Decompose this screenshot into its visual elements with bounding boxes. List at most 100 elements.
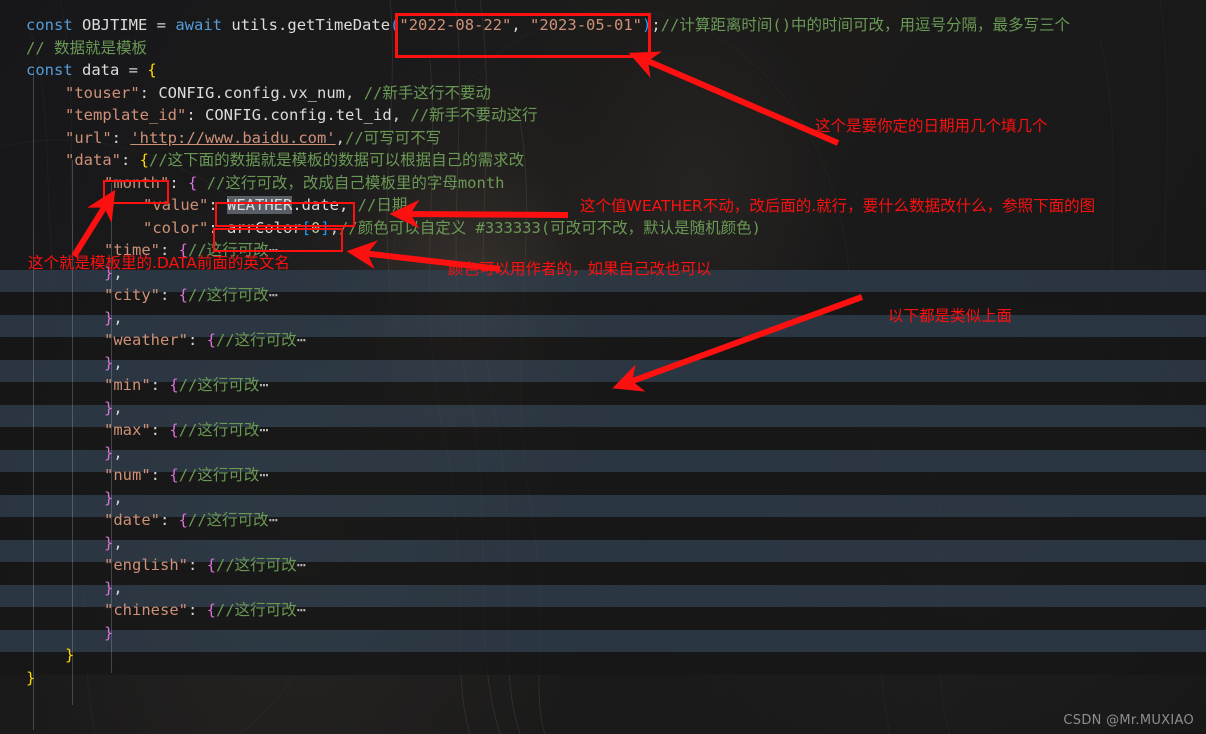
code-token: "english"	[104, 556, 188, 574]
code-token: .	[278, 16, 288, 34]
code-token: OBJTIME	[82, 16, 148, 34]
code-line[interactable]: const OBJTIME = await utils.getTimeDate(…	[26, 14, 1070, 37]
code-token: //这行可改	[178, 421, 260, 439]
code-line[interactable]: "chinese": {//这行可改⋯	[104, 599, 307, 622]
code-line[interactable]: },	[104, 397, 123, 420]
code-token: //新手不要动这行	[410, 106, 538, 124]
code-token: }	[104, 353, 114, 372]
code-line[interactable]: "num": {//这行可改⋯	[104, 464, 270, 487]
code-token: :	[208, 196, 227, 214]
code-line[interactable]: "min": {//这行可改⋯	[104, 374, 270, 397]
code-line[interactable]: }	[26, 667, 35, 690]
code-token: ,	[391, 106, 411, 124]
code-token: //这行可改	[216, 601, 297, 619]
code-line[interactable]: }	[104, 622, 113, 645]
code-line[interactable]: },	[104, 577, 123, 600]
code-editor-text[interactable]: const OBJTIME = await utils.getTimeDate(…	[0, 0, 1206, 734]
code-token: {	[169, 466, 179, 484]
code-token: const	[26, 61, 73, 79]
code-line[interactable]: },	[104, 532, 123, 555]
code-token: {	[188, 173, 198, 192]
code-token: "2022-08-22"	[399, 16, 512, 34]
label-template-en: 这个就是模板里的.DATA前面的英文名	[28, 254, 290, 272]
code-line[interactable]: // 数据就是模板	[26, 37, 147, 60]
code-token: config	[223, 83, 280, 102]
code-token: :	[150, 466, 170, 484]
code-token: "url"	[65, 128, 112, 147]
code-token: }	[104, 308, 114, 327]
code-token: .	[326, 106, 336, 124]
code-token: :	[186, 106, 205, 124]
code-token: }	[26, 668, 36, 687]
code-line[interactable]: },	[104, 442, 123, 465]
code-token: ⋯	[296, 556, 308, 574]
code-line[interactable]: "color": arrColor[0],//颜色可以自定义 #333333(可…	[143, 217, 761, 240]
code-line[interactable]: "touser": CONFIG.config.vx_num, //新手这行不要…	[65, 82, 491, 105]
code-token: ⋯	[259, 466, 270, 484]
label-similar: 以下都是类似上面	[888, 307, 1013, 325]
code-token: ,	[113, 353, 123, 372]
code-token: ,	[113, 488, 123, 507]
url-link[interactable]: 'http://www.baidu.com'	[130, 129, 335, 147]
code-token: }	[104, 533, 114, 552]
code-token: :	[111, 128, 131, 147]
code-token: {	[147, 61, 157, 79]
code-token: ⋯	[259, 421, 270, 439]
code-token: .date,	[292, 196, 349, 214]
code-token: ,	[511, 16, 531, 34]
code-token: :	[150, 421, 170, 439]
code-token: "template_id"	[65, 106, 187, 124]
code-token: :	[208, 218, 227, 237]
code-token: ,	[113, 578, 123, 597]
code-line[interactable]: "city": {//这行可改⋯	[104, 284, 279, 307]
code-token: }	[104, 578, 114, 597]
code-token: {	[178, 286, 189, 304]
code-token: [	[301, 218, 311, 237]
code-line[interactable]: "date": {//这行可改⋯	[104, 509, 279, 532]
code-token: ,	[113, 308, 123, 327]
code-token: CONFIG	[158, 83, 215, 102]
code-token: CONFIG	[205, 106, 261, 124]
code-token: =	[119, 61, 148, 79]
code-token: //新手这行不要动	[363, 83, 491, 102]
code-token: data	[82, 61, 120, 79]
code-line[interactable]: },	[104, 487, 123, 510]
code-token: // 数据就是模板	[26, 38, 147, 57]
label-date-count: 这个是要你定的日期用几个填几个	[815, 117, 1048, 135]
code-token: "data"	[65, 151, 121, 169]
code-token: :	[188, 331, 207, 349]
code-token: .	[214, 83, 224, 102]
code-token: ⋯	[268, 286, 280, 304]
code-token: "date"	[104, 511, 160, 529]
code-token: }	[104, 398, 114, 417]
code-token: =	[147, 16, 176, 34]
code-line[interactable]: "english": {//这行可改⋯	[104, 554, 307, 577]
code-token: }	[104, 623, 114, 642]
code-line[interactable]: }	[65, 644, 74, 667]
code-token: //这行可改	[178, 466, 260, 484]
code-token: )	[642, 16, 652, 34]
label-color: 颜色可以用作者的，如果自己改也可以	[448, 260, 712, 278]
code-line[interactable]: "weather": {//这行可改⋯	[104, 329, 307, 352]
code-token: //这行可改	[188, 286, 269, 304]
code-line[interactable]: "url": 'http://www.baidu.com',//可写可不写	[65, 127, 441, 150]
code-token: ,	[329, 218, 340, 237]
code-line[interactable]: "value": WEATHER.date, //日期	[143, 194, 407, 217]
code-token: //这行可改	[216, 556, 297, 574]
code-token: {	[206, 331, 217, 349]
code-token: "weather"	[104, 331, 188, 349]
code-line[interactable]: },	[104, 352, 123, 375]
code-line[interactable]: },	[104, 307, 123, 330]
code-token: :	[160, 511, 179, 529]
code-line[interactable]: const data = {	[26, 59, 157, 82]
code-line[interactable]: "template_id": CONFIG.config.tel_id, //新…	[65, 104, 538, 127]
code-line[interactable]: "month": { //这行可改，改成自己模板里的字母month	[104, 172, 505, 195]
code-line[interactable]: "data": {//这下面的数据就是模板的数据可以根据自己的需求改	[65, 149, 524, 172]
code-token: {	[169, 376, 179, 394]
code-token: :	[188, 601, 207, 619]
code-token: }	[104, 443, 114, 462]
code-line[interactable]: "max": {//这行可改⋯	[104, 419, 270, 442]
code-token: ;	[651, 16, 661, 34]
